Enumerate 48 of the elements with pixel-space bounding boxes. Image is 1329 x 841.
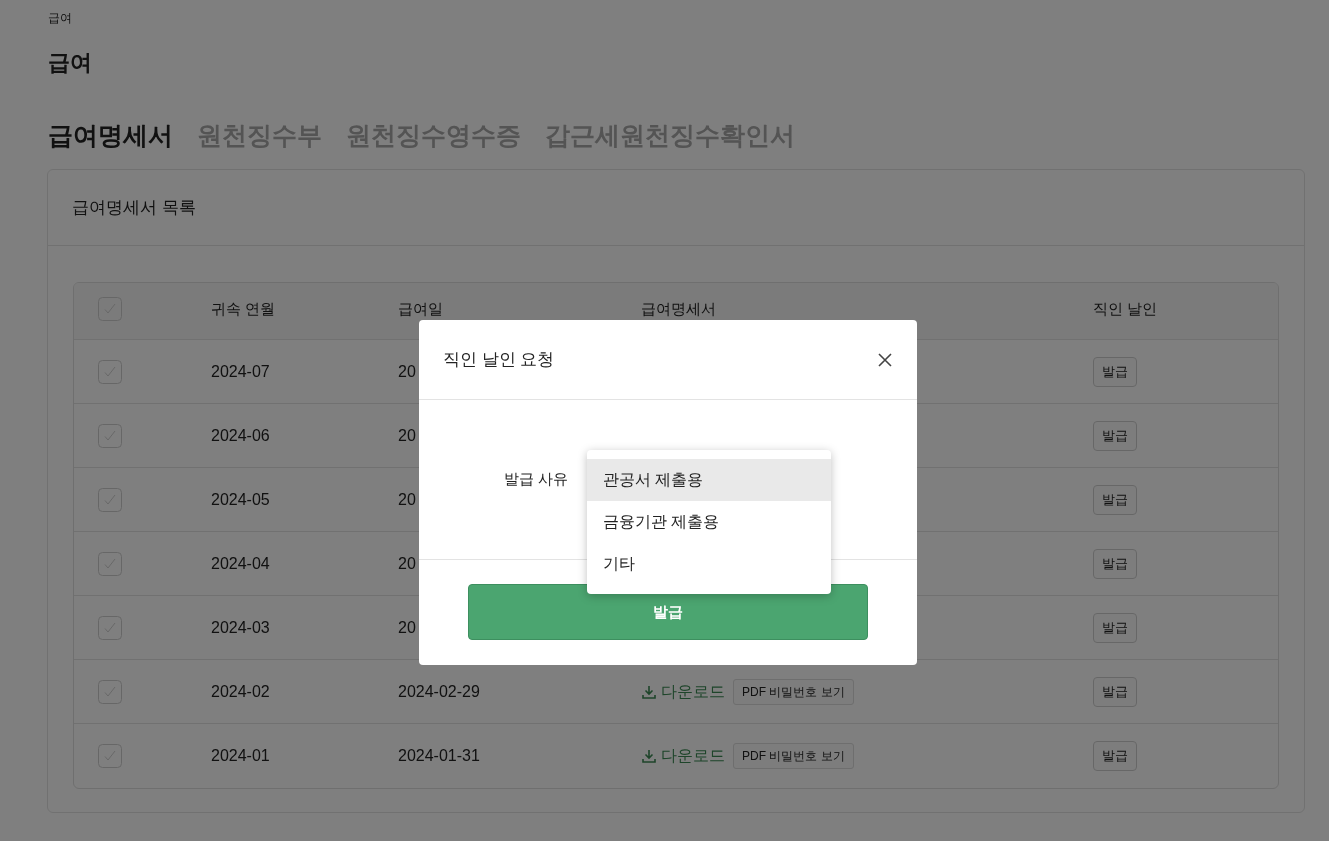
card-title: 급여명세서 목록 <box>72 196 196 219</box>
issue-button[interactable]: 발급 <box>1093 484 1137 515</box>
column-header: 급여명세서 <box>641 300 716 317</box>
table-cell: 2024-05 <box>211 490 270 508</box>
dropdown-option[interactable]: 금융기관 제출용 <box>587 501 831 543</box>
download-icon <box>641 748 657 764</box>
issue-button[interactable]: 발급 <box>1093 356 1137 387</box>
table-cell: 20 <box>398 362 416 380</box>
table-cell: 20 <box>398 618 416 636</box>
table-cell: 2024-07 <box>211 362 270 380</box>
issue-button[interactable]: 발급 <box>1093 741 1137 771</box>
dropdown-option[interactable]: 관공서 제출용 <box>587 459 831 501</box>
column-header: 직인 날인 <box>1093 300 1158 317</box>
dropdown-option[interactable]: 기타 <box>587 543 831 585</box>
table-cell: 20 <box>398 490 416 508</box>
issue-button[interactable]: 발급 <box>1093 548 1137 579</box>
checkbox-icon[interactable] <box>98 744 122 768</box>
checkbox-icon[interactable] <box>98 423 122 448</box>
column-header: 귀속 연월 <box>211 300 276 317</box>
table-cell: 2024-01 <box>211 747 270 764</box>
tab[interactable]: 급여명세서 <box>48 118 173 152</box>
column-header: 급여일 <box>398 300 443 317</box>
modal-title: 직인 날인 요청 <box>443 348 555 371</box>
table-cell: 2024-06 <box>211 426 270 444</box>
issue-button[interactable]: 발급 <box>1093 420 1137 451</box>
table-cell: 20 <box>398 426 416 444</box>
checkbox-icon[interactable] <box>98 359 122 384</box>
download-link[interactable]: 다운로드 <box>641 744 725 768</box>
table-cell: 2024-02 <box>211 682 270 700</box>
table-cell: 2024-02-29 <box>398 682 480 700</box>
table-cell: 2024-01-31 <box>398 747 480 764</box>
breadcrumb: 급여 <box>48 10 73 26</box>
checkbox-icon[interactable] <box>98 487 122 512</box>
issue-button[interactable]: 발급 <box>1093 612 1137 643</box>
checkbox-icon[interactable] <box>98 551 122 576</box>
table-cell: 2024-03 <box>211 618 270 636</box>
table-cell: 20 <box>398 554 416 572</box>
download-icon <box>641 683 657 700</box>
field-label: 발급 사유 <box>504 469 569 489</box>
checkbox-icon[interactable] <box>98 615 122 640</box>
table-cell: 2024-04 <box>211 554 270 572</box>
pdf-password-button[interactable]: PDF 비밀번호 보기 <box>733 678 854 705</box>
page-title: 급여 <box>48 49 93 77</box>
issue-button[interactable]: 발급 <box>1093 676 1137 707</box>
pdf-password-button[interactable]: PDF 비밀번호 보기 <box>733 743 854 769</box>
download-link[interactable]: 다운로드 <box>641 679 725 704</box>
checkbox-icon[interactable] <box>98 679 122 704</box>
close-icon[interactable] <box>877 351 893 368</box>
